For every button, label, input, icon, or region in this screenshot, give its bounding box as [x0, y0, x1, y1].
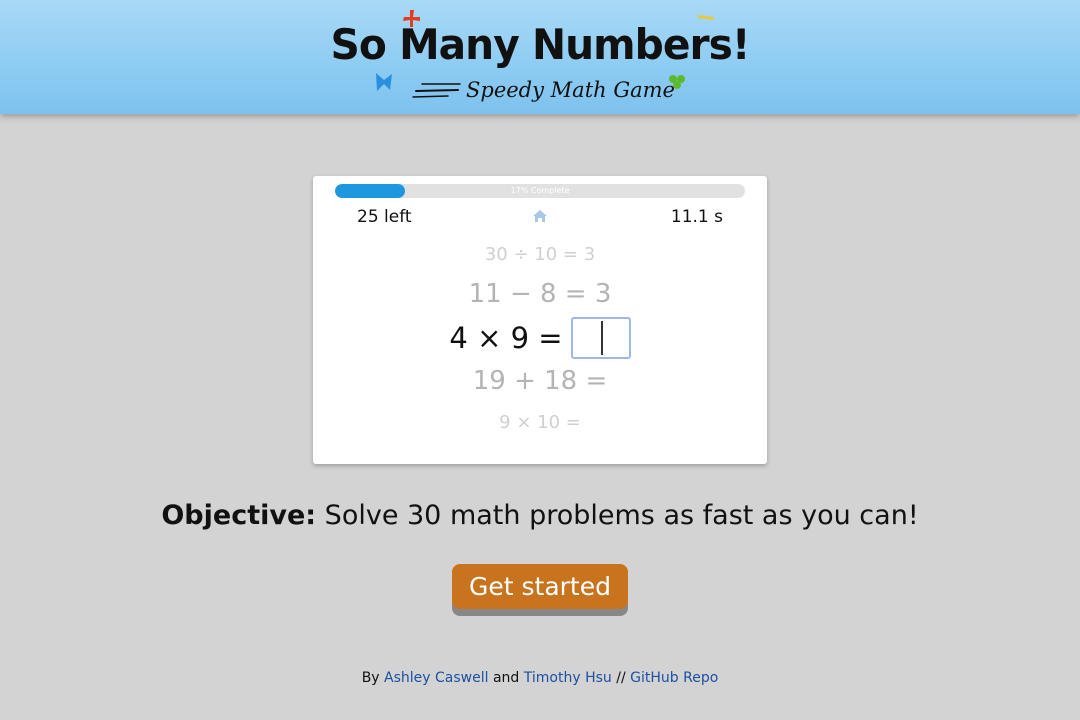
site-header: So Many Numbers! Speedy Math Game: [0, 0, 1080, 114]
speed-lines-icon: [412, 83, 461, 98]
home-icon[interactable]: [532, 209, 548, 223]
site-subtitle: Speedy Math Game: [466, 78, 675, 102]
footer-and: and: [488, 670, 524, 686]
author-link-ashley[interactable]: Ashley Caswell: [384, 670, 488, 686]
objective-label: Objective:: [161, 500, 317, 531]
game-preview-card: 17% Complete 25 left 11.1 s 30 ÷ 10 = 3 …: [313, 176, 767, 464]
answer-input[interactable]: [570, 317, 631, 359]
objective-text: Objective: Solve 30 math problems as fas…: [0, 500, 1080, 531]
current-problem: 4 × 9 =: [449, 321, 563, 355]
bowtie-icon: [376, 73, 392, 91]
footer-separator: //: [611, 670, 631, 686]
current-problem-row: 4 × 9 =: [313, 317, 767, 359]
get-started-button[interactable]: Get started: [452, 564, 628, 609]
problems-left: 25 left: [357, 207, 412, 227]
progress-bar: 17% Complete: [335, 184, 745, 198]
previous-problem-2: 30 ÷ 10 = 3: [484, 244, 596, 265]
author-link-timothy[interactable]: Timothy Hsu: [524, 670, 612, 686]
site-title: So Many Numbers!: [330, 20, 750, 69]
footer-by: By: [361, 670, 385, 686]
github-repo-link[interactable]: GitHub Repo: [630, 670, 718, 686]
next-problem-1: 19 + 18 =: [472, 366, 608, 396]
previous-problem-1: 11 − 8 = 3: [468, 279, 612, 309]
next-problem-2: 9 × 10 =: [499, 412, 581, 433]
footer: By Ashley Caswell and Timothy Hsu // Git…: [0, 670, 1080, 686]
timer: 11.1 s: [670, 207, 723, 227]
objective-description: Solve 30 math problems as fast as you ca…: [316, 500, 919, 531]
progress-label: 17% Complete: [510, 186, 570, 195]
text-caret: [600, 321, 603, 355]
